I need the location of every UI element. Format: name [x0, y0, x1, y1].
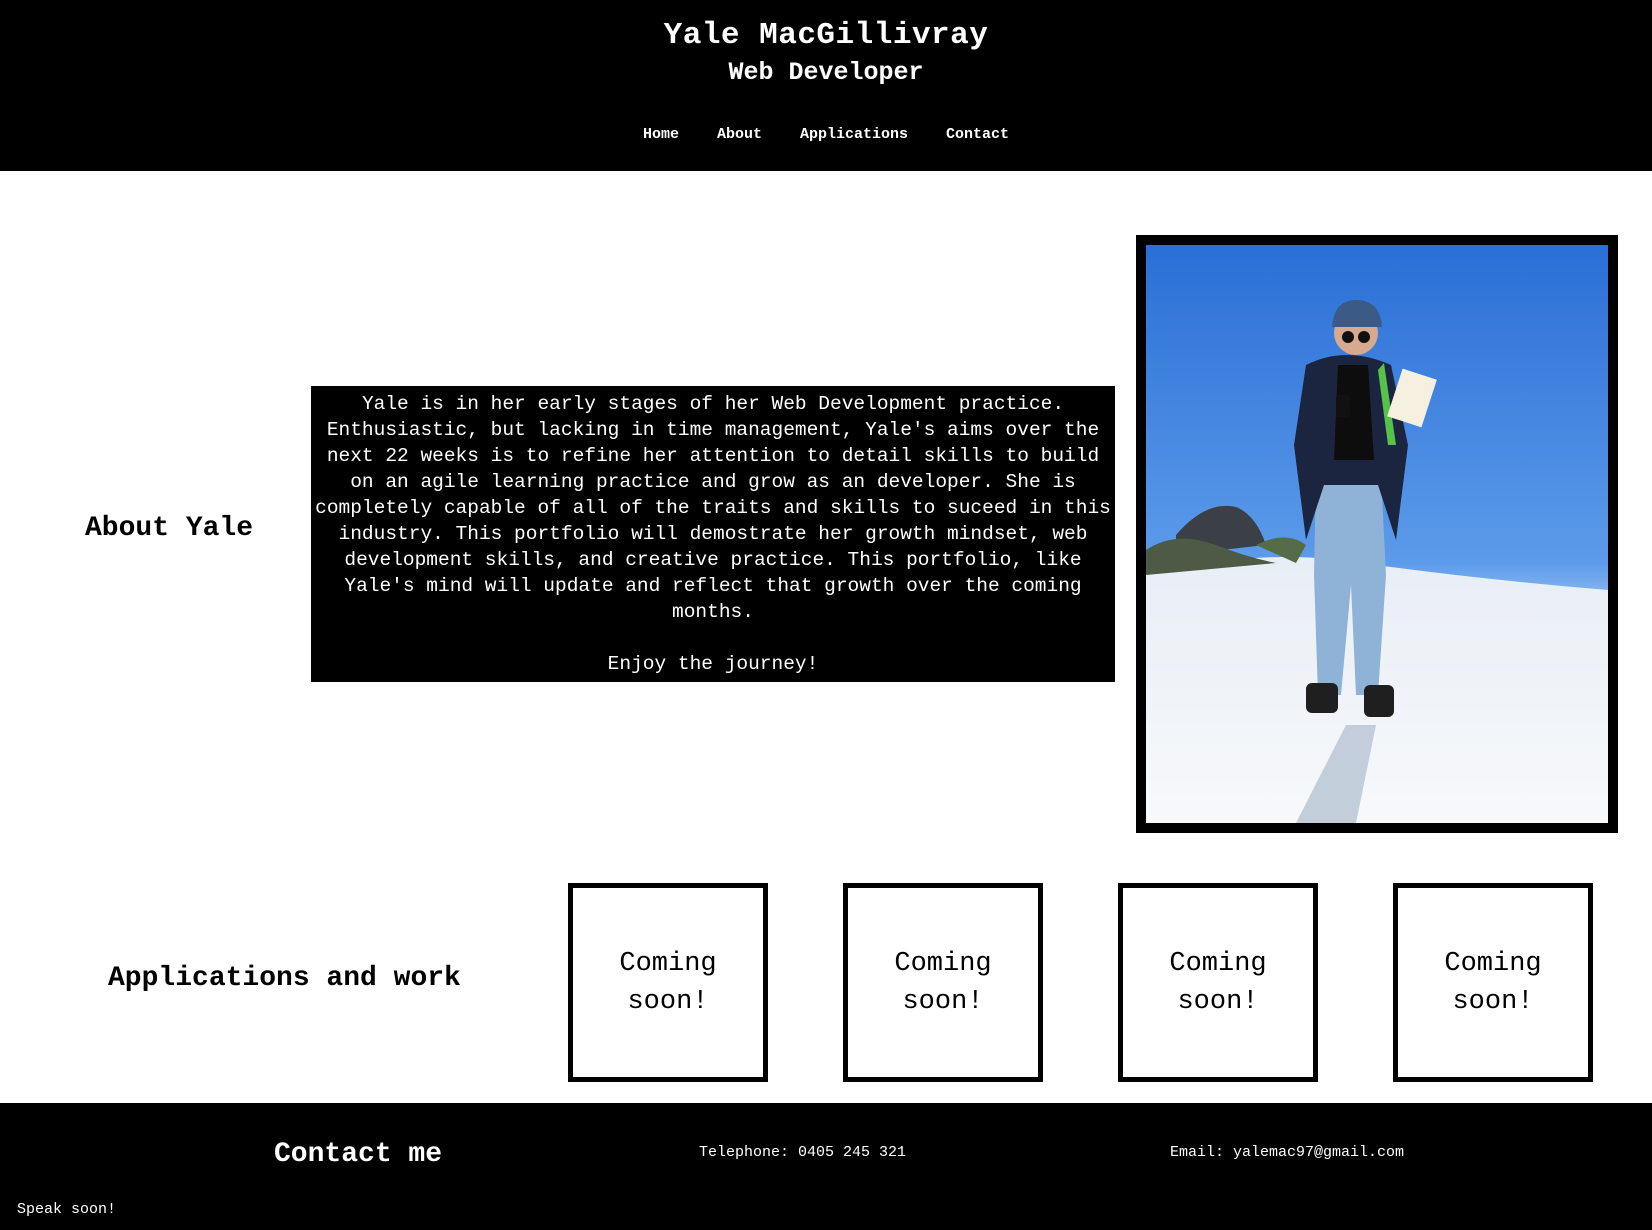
nav-home-link[interactable]: Home: [624, 126, 698, 143]
applications-heading: Applications and work: [108, 963, 461, 994]
contact-heading: Contact me: [274, 1139, 443, 1170]
application-card-1[interactable]: Coming soon!: [568, 883, 768, 1082]
about-heading: About Yale: [85, 513, 254, 544]
site-header: Yale MacGillivray Web Developer Home Abo…: [0, 0, 1652, 171]
site-name: Yale MacGillivray: [663, 18, 989, 53]
profile-photo-frame: [1136, 235, 1618, 833]
nav-applications-link[interactable]: Applications: [781, 126, 927, 143]
contact-telephone[interactable]: Telephone: 0405 245 321: [699, 1144, 906, 1161]
nav-contact-link[interactable]: Contact: [927, 126, 1028, 143]
footer-signoff: Speak soon!: [17, 1201, 117, 1218]
about-text-box: Yale is in her early stages of her Web D…: [311, 386, 1115, 682]
application-card-label: Coming soon!: [894, 948, 992, 1017]
application-card-2[interactable]: Coming soon!: [843, 883, 1043, 1082]
about-closing-text: Enjoy the journey!: [607, 653, 819, 675]
site-role: Web Developer: [728, 58, 924, 87]
about-spacer: [315, 625, 1111, 651]
application-card-label: Coming soon!: [619, 948, 717, 1017]
main-nav: Home About Applications Contact: [0, 126, 1652, 143]
profile-photo: [1146, 245, 1608, 823]
about-body-text: Yale is in her early stages of her Web D…: [315, 393, 1111, 623]
nav-about-link[interactable]: About: [698, 126, 781, 143]
site-footer: Contact me Telephone: 0405 245 321 Email…: [0, 1103, 1652, 1230]
contact-email[interactable]: Email: yalemac97@gmail.com: [1170, 1144, 1404, 1161]
application-card-label: Coming soon!: [1444, 948, 1542, 1017]
application-card-3[interactable]: Coming soon!: [1118, 883, 1318, 1082]
profile-photo-illustration: [1146, 245, 1608, 823]
application-card-label: Coming soon!: [1169, 948, 1267, 1017]
application-card-4[interactable]: Coming soon!: [1393, 883, 1593, 1082]
